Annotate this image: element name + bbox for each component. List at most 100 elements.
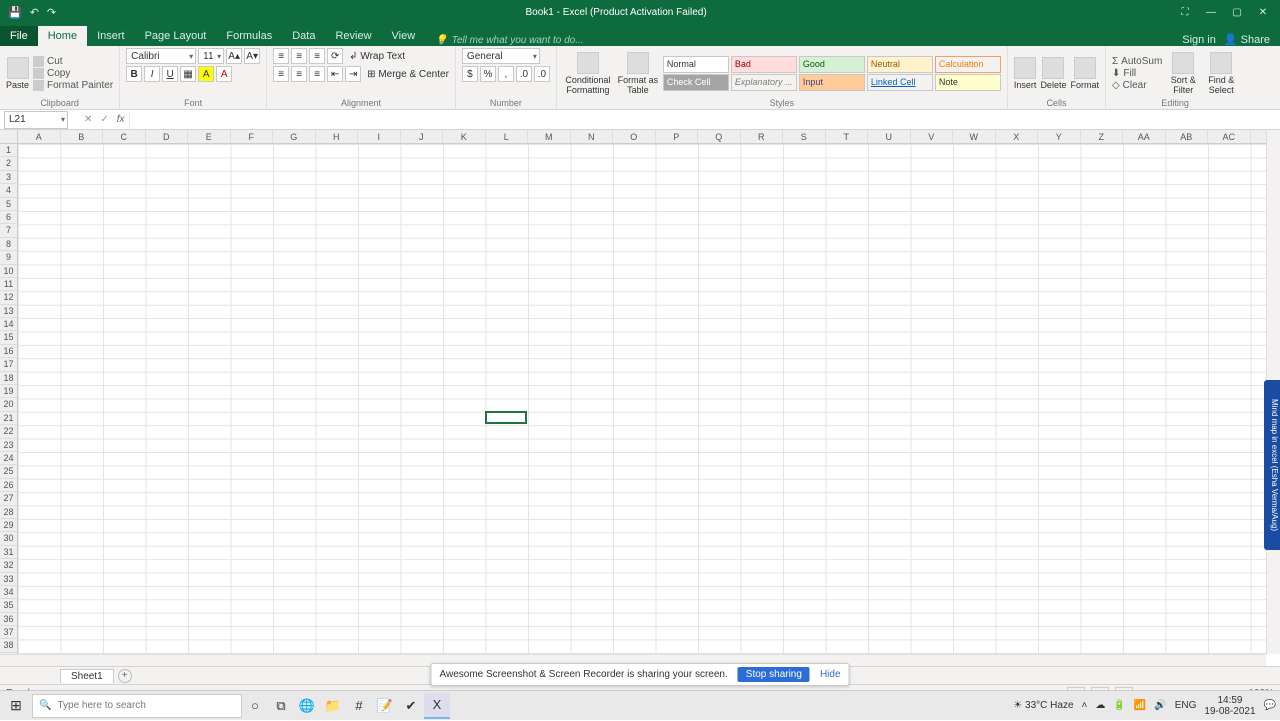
stop-sharing-button[interactable]: Stop sharing — [738, 667, 810, 682]
col-header[interactable]: V — [911, 130, 954, 143]
col-header[interactable]: F — [231, 130, 274, 143]
col-header[interactable]: B — [61, 130, 104, 143]
col-header[interactable]: D — [146, 130, 189, 143]
copy-button[interactable]: Copy — [33, 68, 113, 79]
col-header[interactable]: A — [18, 130, 61, 143]
col-header[interactable]: T — [826, 130, 869, 143]
col-header[interactable]: G — [273, 130, 316, 143]
col-header[interactable]: J — [401, 130, 444, 143]
find-select-button[interactable]: Find & Select — [1204, 52, 1238, 95]
col-header[interactable]: Q — [698, 130, 741, 143]
formula-input[interactable] — [129, 111, 1280, 129]
col-header[interactable]: R — [741, 130, 784, 143]
underline-button[interactable]: U — [162, 66, 178, 82]
save-icon[interactable]: 💾 — [8, 6, 22, 19]
indent-inc-button[interactable]: ⇥ — [345, 66, 361, 82]
minimize-icon[interactable]: — — [1204, 7, 1218, 18]
close-icon[interactable]: ✕ — [1256, 7, 1270, 18]
fill-color-button[interactable]: A — [198, 66, 214, 82]
onedrive-icon[interactable]: ☁ — [1095, 700, 1105, 711]
side-panel-tab[interactable]: Mind map in excel (Esha Verma/Aug) — [1264, 380, 1280, 550]
col-header[interactable]: N — [571, 130, 614, 143]
row-header[interactable]: 6 — [0, 211, 17, 224]
style-neutral[interactable]: Neutral — [867, 56, 933, 73]
conditional-formatting-button[interactable]: Conditional Formatting — [563, 52, 613, 95]
select-all-corner[interactable] — [0, 130, 18, 144]
chrome-icon[interactable]: 🌐 — [294, 693, 320, 719]
col-header[interactable]: E — [188, 130, 231, 143]
undo-icon[interactable]: ↶ — [30, 6, 39, 19]
row-header[interactable]: 21 — [0, 412, 17, 425]
col-header[interactable]: Z — [1081, 130, 1124, 143]
tab-file[interactable]: File — [0, 26, 38, 46]
align-bottom-button[interactable]: ≡ — [309, 48, 325, 64]
style-input[interactable]: Input — [799, 74, 865, 91]
row-header[interactable]: 17 — [0, 358, 17, 371]
format-painter-button[interactable]: Format Painter — [33, 80, 113, 91]
border-button[interactable]: ▦ — [180, 66, 196, 82]
decrease-font-button[interactable]: A▾ — [244, 48, 260, 64]
row-header[interactable]: 30 — [0, 532, 17, 545]
row-header[interactable]: 33 — [0, 573, 17, 586]
align-left-button[interactable]: ≡ — [273, 66, 289, 82]
row-header[interactable]: 36 — [0, 613, 17, 626]
col-header[interactable]: AC — [1208, 130, 1251, 143]
row-header[interactable]: 32 — [0, 559, 17, 572]
col-header[interactable]: M — [528, 130, 571, 143]
italic-button[interactable]: I — [144, 66, 160, 82]
row-header[interactable]: 15 — [0, 331, 17, 344]
col-header[interactable]: X — [996, 130, 1039, 143]
row-header[interactable]: 20 — [0, 398, 17, 411]
col-header[interactable]: U — [868, 130, 911, 143]
col-header[interactable]: O — [613, 130, 656, 143]
row-header[interactable]: 13 — [0, 305, 17, 318]
font-color-button[interactable]: A — [216, 66, 232, 82]
share-button[interactable]: 👤 Share — [1224, 33, 1270, 46]
row-header[interactable]: 37 — [0, 626, 17, 639]
name-box[interactable]: L21 — [4, 111, 68, 129]
tab-view[interactable]: View — [382, 26, 426, 46]
task-view-icon[interactable]: ⧉ — [268, 693, 294, 719]
insert-cells-button[interactable]: Insert — [1014, 57, 1037, 90]
bold-button[interactable]: B — [126, 66, 142, 82]
row-header[interactable]: 29 — [0, 519, 17, 532]
row-header[interactable]: 25 — [0, 465, 17, 478]
style-check-cell[interactable]: Check Cell — [663, 74, 729, 91]
increase-font-button[interactable]: A▴ — [226, 48, 242, 64]
ribbon-options-icon[interactable]: ⛶ — [1178, 7, 1192, 18]
row-header[interactable]: 26 — [0, 479, 17, 492]
excel-icon[interactable]: X — [424, 693, 450, 719]
tab-formulas[interactable]: Formulas — [216, 26, 282, 46]
style-normal[interactable]: Normal — [663, 56, 729, 73]
style-bad[interactable]: Bad — [731, 56, 797, 73]
col-header[interactable]: H — [316, 130, 359, 143]
merge-center-button[interactable]: ⊞ Merge & Center — [367, 69, 449, 80]
cells-area[interactable] — [18, 144, 1266, 654]
row-header[interactable]: 11 — [0, 278, 17, 291]
delete-cells-button[interactable]: Delete — [1040, 57, 1066, 90]
row-header[interactable]: 12 — [0, 291, 17, 304]
indent-dec-button[interactable]: ⇤ — [327, 66, 343, 82]
slack-icon[interactable]: # — [346, 693, 372, 719]
wifi-icon[interactable]: 📶 — [1134, 700, 1146, 711]
row-header[interactable]: 34 — [0, 586, 17, 599]
align-top-button[interactable]: ≡ — [273, 48, 289, 64]
col-header[interactable]: Y — [1038, 130, 1081, 143]
row-header[interactable]: 3 — [0, 171, 17, 184]
tab-insert[interactable]: Insert — [87, 26, 135, 46]
font-name-select[interactable]: Calibri — [126, 48, 196, 64]
format-cells-button[interactable]: Format — [1070, 57, 1099, 90]
battery-icon[interactable]: 🔋 — [1113, 700, 1125, 711]
col-header[interactable]: P — [656, 130, 699, 143]
tab-home[interactable]: Home — [38, 26, 87, 46]
increase-decimal-button[interactable]: .0 — [516, 66, 532, 82]
orientation-button[interactable]: ⟳ — [327, 48, 343, 64]
row-header[interactable]: 19 — [0, 385, 17, 398]
align-center-button[interactable]: ≡ — [291, 66, 307, 82]
tell-me-search[interactable]: 💡Tell me what you want to do... — [435, 35, 583, 46]
hide-sharing-button[interactable]: Hide — [820, 669, 841, 680]
row-header[interactable]: 27 — [0, 492, 17, 505]
col-header[interactable]: S — [783, 130, 826, 143]
row-header[interactable]: 5 — [0, 198, 17, 211]
column-headers[interactable]: ABCDEFGHIJKLMNOPQRSTUVWXYZAAABAC — [18, 130, 1266, 144]
